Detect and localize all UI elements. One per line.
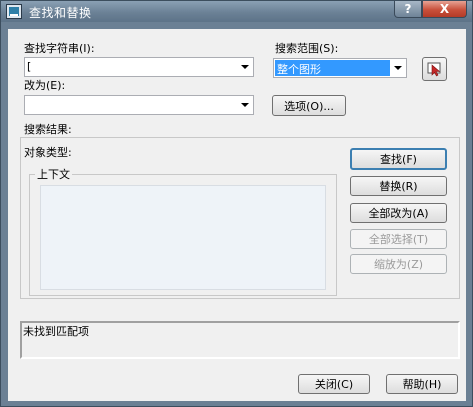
search-scope-select[interactable]: 整个图形 <box>273 58 407 78</box>
find-string-value: [ <box>27 60 32 73</box>
chevron-down-icon[interactable] <box>241 65 249 69</box>
object-type-label: 对象类型: <box>24 146 72 159</box>
chevron-down-icon[interactable] <box>241 103 249 107</box>
dialog-client-area: 查找字符串(I): [ 搜索范围(S): 整个图形 改为(E): 选项(O)..… <box>8 29 466 401</box>
select-all-button[interactable]: 全部选择(T) <box>350 229 447 249</box>
find-string-label: 查找字符串(I): <box>24 42 95 55</box>
window-title: 查找和替换 <box>29 6 92 20</box>
status-box: 未找到匹配项 <box>20 321 460 359</box>
close-button[interactable]: 关闭(C) <box>298 374 370 394</box>
title-close-button[interactable]: X <box>422 1 467 18</box>
help-icon: ? <box>404 2 412 16</box>
options-button[interactable]: 选项(O)... <box>272 95 346 116</box>
replace-button[interactable]: 替换(R) <box>350 176 447 196</box>
context-list[interactable] <box>40 185 326 290</box>
help-button[interactable]: 帮助(H) <box>386 374 458 394</box>
search-scope-label: 搜索范围(S): <box>275 42 339 55</box>
search-scope-value: 整个图形 <box>277 63 321 76</box>
app-icon <box>6 4 22 19</box>
select-objects-button[interactable] <box>422 57 447 81</box>
find-button[interactable]: 查找(F) <box>350 148 447 170</box>
title-help-button[interactable]: ? <box>394 1 422 18</box>
select-objects-icon <box>427 62 441 77</box>
context-label: 上下文 <box>35 166 72 182</box>
find-replace-dialog: 查找和替换 ? X 查找字符串(I): [ 搜索范围(S): 整个图形 改为(E… <box>0 0 473 407</box>
replace-with-label: 改为(E): <box>24 79 66 92</box>
chevron-down-icon[interactable] <box>394 66 402 70</box>
title-bar[interactable]: 查找和替换 ? X <box>1 1 472 22</box>
zoom-to-button[interactable]: 缩放为(Z) <box>350 254 447 274</box>
status-message: 未找到匹配项 <box>23 325 89 338</box>
find-string-combo[interactable]: [ <box>24 57 254 77</box>
close-icon: X <box>439 2 450 16</box>
replace-all-button[interactable]: 全部改为(A) <box>350 203 447 223</box>
search-results-label: 搜索结果: <box>24 123 72 136</box>
replace-with-combo[interactable] <box>24 95 254 115</box>
